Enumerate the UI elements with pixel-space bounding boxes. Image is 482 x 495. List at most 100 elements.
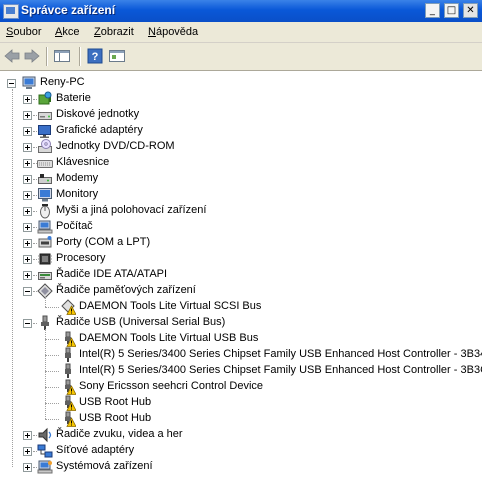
expand-icon[interactable] [23,191,32,200]
tree-category[interactable]: Řadiče IDE ATA/ATAPI [0,267,482,283]
tree-category-label: Myši a jiná polohovací zařízení [56,204,207,216]
expand-icon[interactable] [23,255,32,264]
tree-connector [12,89,13,467]
expand-icon[interactable] [23,95,32,104]
expand-icon[interactable] [23,223,32,232]
window-title: Správce zařízení [21,3,116,17]
window-controls: _ □ ✕ [424,3,478,19]
tree-device-label: Intel(R) 5 Series/3400 Series Chipset Fa… [79,364,482,376]
tree-connector [33,131,37,132]
back-arrow-icon [4,49,20,63]
tree-device-label: USB Root Hub [79,396,152,408]
tree-category[interactable]: Porty (COM a LPT) [0,235,482,251]
display-adapter-icon [37,123,53,139]
tree-category[interactable]: Grafické adaptéry [0,123,482,139]
usb-device-icon [60,363,76,379]
tree-device-label: DAEMON Tools Lite Virtual SCSI Bus [79,300,262,312]
expand-icon[interactable] [23,207,32,216]
tree-category[interactable]: Řadiče zvuku, videa a her [0,427,482,443]
expand-icon[interactable] [23,111,32,120]
menu-help[interactable]: Nápověda [148,26,198,38]
tree-category[interactable]: Myši a jiná polohovací zařízení [0,203,482,219]
usb-device-warning-icon [60,395,77,411]
expand-icon[interactable] [23,431,32,440]
expand-icon[interactable] [23,463,32,472]
menu-action[interactable]: Akce [55,26,79,38]
forward-arrow-icon [24,49,40,63]
port-icon [37,235,53,251]
properties-button[interactable] [108,48,126,64]
tree-device[interactable]: DAEMON Tools Lite Virtual SCSI Bus [0,299,482,315]
toolbar-separator [46,47,48,66]
expand-icon[interactable] [23,447,32,456]
back-button[interactable] [3,48,21,64]
collapse-icon[interactable] [23,319,32,328]
expand-icon[interactable] [23,239,32,248]
tree-connector [33,243,37,244]
tree-root[interactable]: Reny-PC [0,75,482,91]
expand-icon[interactable] [23,159,32,168]
help-button[interactable]: ? [86,48,104,64]
menu-view[interactable]: Zobrazit [94,26,134,38]
tree-connector [33,163,37,164]
tree-category[interactable]: Řadiče paměťových zařízení [0,283,482,299]
tree-connector [33,323,37,324]
tree-category-label: Grafické adaptéry [56,124,143,136]
tree-category[interactable]: Klávesnice [0,155,482,171]
minimize-button[interactable]: _ [424,3,440,18]
tree-device-label: DAEMON Tools Lite Virtual USB Bus [79,332,259,344]
tree-category[interactable]: Systémová zařízení [0,459,482,475]
tree-category-label: Systémová zařízení [56,460,153,472]
tree-device[interactable]: USB Root Hub [0,411,482,427]
maximize-button[interactable]: □ [443,3,459,18]
tree-category[interactable]: Diskové jednotky [0,107,482,123]
tree-category[interactable]: Počítač [0,219,482,235]
tree-connector [33,275,37,276]
keyboard-icon [37,155,53,171]
tree-category[interactable]: Baterie [0,91,482,107]
tree-category-label: Počítač [56,220,93,232]
storage-device-warning-icon [60,299,77,315]
close-icon: ✕ [466,5,475,16]
battery-icon [37,91,53,107]
expand-icon[interactable] [23,175,32,184]
tree-category[interactable]: Modemy [0,171,482,187]
expand-icon[interactable] [23,143,32,152]
show-hide-tree-button[interactable] [53,48,71,64]
tree-device[interactable]: Intel(R) 5 Series/3400 Series Chipset Fa… [0,347,482,363]
tree-category-label: Modemy [56,172,99,184]
device-manager-app-icon [3,4,19,19]
system-device-icon [37,459,53,475]
tree-category[interactable]: Monitory [0,187,482,203]
ide-controller-icon [37,267,53,283]
tree-category-label: Procesory [56,252,106,264]
tree-category[interactable]: Procesory [0,251,482,267]
tree-category-label: Monitory [56,188,99,200]
tree-device[interactable]: DAEMON Tools Lite Virtual USB Bus [0,331,482,347]
tree-category-label: Síťové adaptéry [56,444,135,456]
tree-connector [33,435,37,436]
tree-connector [33,467,37,468]
tree-device[interactable]: USB Root Hub [0,395,482,411]
tree-connector [33,99,37,100]
help-icon: ? [87,48,103,64]
tree-category-label: Řadiče USB (Universal Serial Bus) [56,316,226,328]
expand-icon[interactable] [23,271,32,280]
tree-connector [33,115,37,116]
toolbar: ? [0,43,482,71]
tree-category[interactable]: Jednotky DVD/CD-ROM [0,139,482,155]
tree-category-label: Jednotky DVD/CD-ROM [56,140,175,152]
collapse-icon[interactable] [7,79,16,88]
expand-icon[interactable] [23,127,32,136]
close-button[interactable]: ✕ [463,3,478,18]
mouse-icon [37,203,53,219]
computer-root-icon [21,75,37,91]
tree-device[interactable]: Intel(R) 5 Series/3400 Series Chipset Fa… [0,363,482,379]
tree-device[interactable]: Sony Ericsson seehcri Control Device [0,379,482,395]
forward-button[interactable] [23,48,41,64]
tree-category[interactable]: Řadiče USB (Universal Serial Bus) [0,315,482,331]
collapse-icon[interactable] [23,287,32,296]
minimize-icon: _ [429,5,435,16]
menu-file[interactable]: Soubor [6,26,41,38]
tree-category[interactable]: Síťové adaptéry [0,443,482,459]
